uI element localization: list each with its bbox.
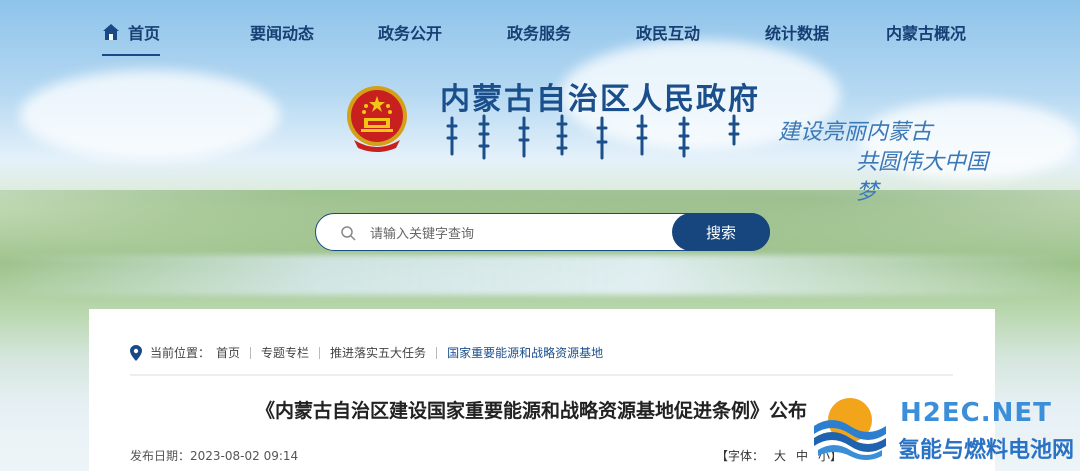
nav-item-statistics[interactable]: 统计数据: [765, 20, 829, 44]
search-button[interactable]: 搜索: [672, 213, 770, 251]
nav-item-gov-services[interactable]: 政务服务: [507, 20, 571, 44]
breadcrumb-item-energy-base[interactable]: 国家重要能源和战略资源基地: [447, 344, 603, 361]
nav-item-label: 要闻动态: [250, 24, 315, 43]
font-size-medium-button[interactable]: 中: [796, 447, 808, 464]
cloud-decoration: [20, 70, 280, 160]
search-icon: [341, 226, 356, 241]
breadcrumb-separator: [250, 346, 252, 359]
main-nav: 首页 要闻动态 政务公开 政务服务 政民互动 统计数据 内蒙古概况: [0, 12, 1080, 56]
breadcrumb-item-topics[interactable]: 专题专栏: [261, 344, 309, 361]
breadcrumb-prefix: 当前位置：: [150, 346, 211, 360]
search-bar: 搜索: [315, 213, 770, 251]
nav-item-label: 政民互动: [636, 24, 701, 43]
font-size-label: 【字体：: [716, 449, 765, 463]
search-input[interactable]: [370, 222, 670, 244]
nav-item-label: 政务服务: [507, 24, 572, 43]
slogan-line: 共圆伟大中国梦: [856, 150, 989, 205]
publish-date: 发布日期：2023-08-02 09:14: [130, 447, 298, 464]
nav-item-label: 政务公开: [378, 24, 443, 43]
nav-item-gov-affairs[interactable]: 政务公开: [378, 20, 442, 44]
breadcrumb-item-home[interactable]: 首页: [216, 344, 240, 361]
font-size-large-button[interactable]: 大: [774, 447, 786, 464]
nav-item-overview[interactable]: 内蒙古概况: [886, 20, 966, 44]
breadcrumb-separator: [436, 346, 438, 359]
article-title: 《内蒙古自治区建设国家重要能源和战略资源基地促进条例》公布: [256, 400, 808, 422]
nav-item-home[interactable]: 首页: [102, 20, 161, 56]
slogan: 建设亮丽内蒙古 共圆伟大中国梦: [778, 118, 1008, 208]
nav-item-label: 内蒙古概况: [886, 24, 967, 43]
nav-item-label: 统计数据: [765, 24, 830, 43]
nav-item-news[interactable]: 要闻动态: [250, 20, 314, 44]
site-title: 内蒙古自治区人民政府: [440, 82, 760, 117]
breadcrumb-item-five-tasks[interactable]: 推进落实五大任务: [330, 344, 426, 361]
national-emblem-icon: [347, 86, 407, 152]
watermark-logo-icon: [814, 398, 886, 460]
river-decoration: [0, 255, 1080, 295]
breadcrumb: 当前位置： 首页 专题专栏 推进落实五大任务 国家重要能源和战略资源基地: [130, 344, 603, 361]
watermark-brand: H2EC.NET: [900, 398, 1052, 428]
publish-date-value: 2023-08-02 09:14: [190, 449, 299, 463]
breadcrumb-separator: [319, 346, 321, 359]
mongolian-script-title: [446, 114, 740, 160]
watermark-subtitle: 氢能与燃料电池网: [898, 438, 1075, 463]
slogan-line: 建设亮丽内蒙古: [778, 120, 933, 145]
nav-item-label: 首页: [128, 24, 161, 43]
nav-item-interaction[interactable]: 政民互动: [636, 20, 700, 44]
publish-label: 发布日期：: [130, 449, 191, 463]
home-icon: [103, 24, 119, 40]
divider: [130, 374, 953, 376]
location-pin-icon: [130, 344, 142, 361]
